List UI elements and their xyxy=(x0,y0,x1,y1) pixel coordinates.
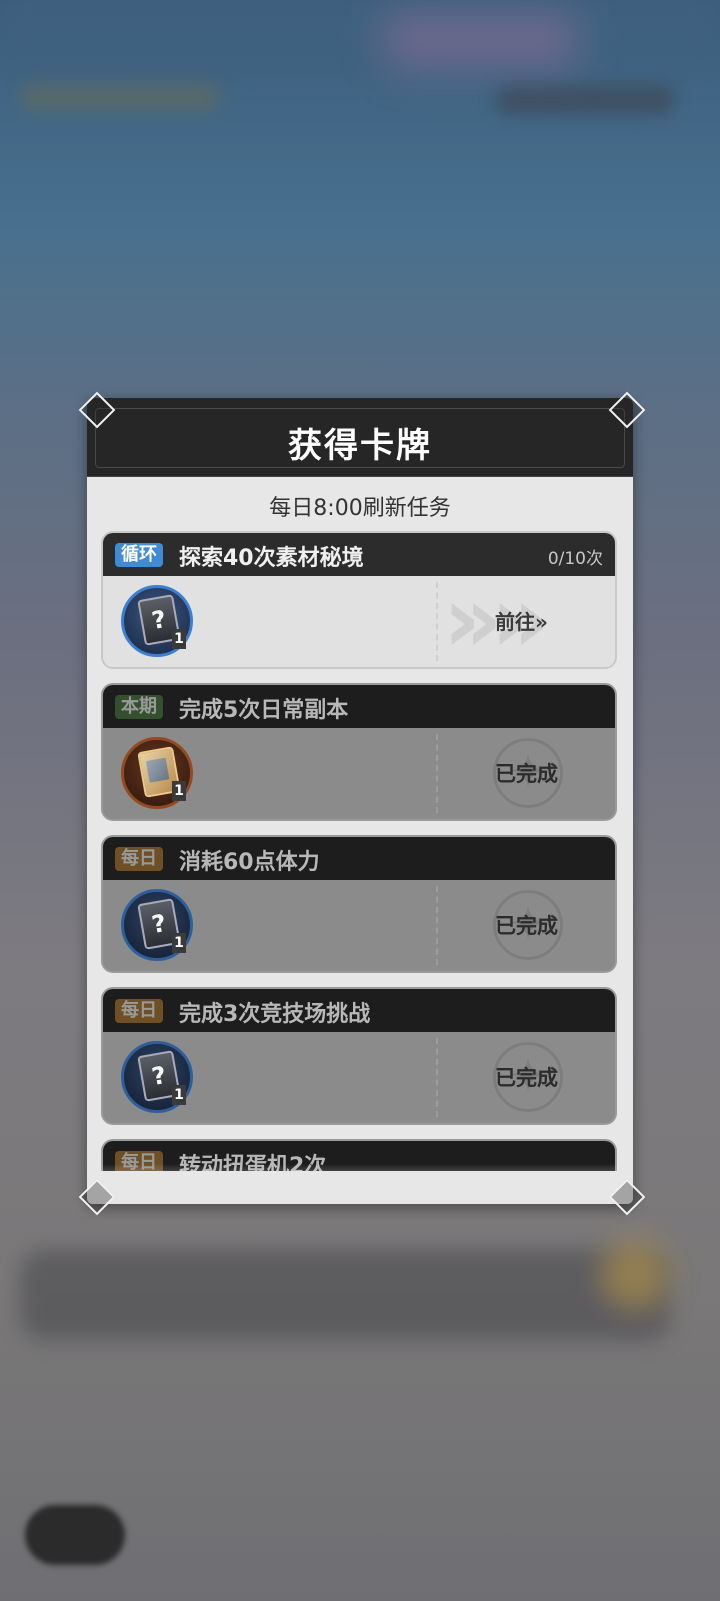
task-row: 每日 消耗60点体力 ? 1 ✦ 已完成 xyxy=(101,835,617,973)
completed-status: ✦ 已完成 xyxy=(473,732,613,816)
popup-title: 获得卡牌 xyxy=(288,426,432,466)
divider xyxy=(436,734,438,813)
task-body: ? 1 » » 前往» xyxy=(103,574,615,667)
task-progress: 0/10次 xyxy=(547,549,603,569)
task-header: 每日 消耗60点体力 xyxy=(103,837,615,880)
background-panel xyxy=(20,1250,670,1340)
go-button[interactable]: » » 前往» xyxy=(443,574,615,666)
reward-quantity: 1 xyxy=(172,629,186,649)
task-header: 本期 完成5次日常副本 xyxy=(103,685,615,728)
completed-label: 已完成 xyxy=(495,1066,558,1090)
completed-label: 已完成 xyxy=(495,914,558,938)
task-tag: 循环 xyxy=(115,543,163,567)
background-glow xyxy=(380,10,580,70)
task-row: 每日 完成3次竞技场挑战 ? 1 ✦ 已完成 xyxy=(101,987,617,1125)
reward-quantity: 1 xyxy=(172,933,186,953)
reward-quantity: 1 xyxy=(172,1085,186,1105)
task-title: 探索40次素材秘境 xyxy=(179,546,364,571)
background-gold-icon xyxy=(600,1240,670,1310)
task-list[interactable]: 循环 探索40次素材秘境 0/10次 ? 1 » » 前往» 本期 完成5次日常… xyxy=(101,531,619,1171)
task-row: 循环 探索40次素材秘境 0/10次 ? 1 » » 前往» xyxy=(101,531,617,669)
task-title: 完成5次日常副本 xyxy=(179,698,349,723)
background-pill-button xyxy=(25,1505,125,1565)
task-row: 本期 完成5次日常副本 1 ✦ 已完成 xyxy=(101,683,617,821)
task-tag: 本期 xyxy=(115,695,163,719)
task-body: ? 1 ✦ 已完成 xyxy=(103,880,615,971)
completed-status: ✦ 已完成 xyxy=(473,884,613,968)
list-fade xyxy=(87,1164,633,1204)
completed-status: ✦ 已完成 xyxy=(473,1036,613,1120)
reward-item[interactable]: ? 1 xyxy=(121,585,193,657)
reward-item[interactable]: ? 1 xyxy=(121,1041,193,1113)
background-header xyxy=(0,0,720,60)
go-button-label: 前往» xyxy=(495,610,548,634)
task-body: ? 1 ✦ 已完成 xyxy=(103,1032,615,1123)
divider xyxy=(436,582,438,661)
background-bar-left xyxy=(20,82,220,112)
reward-quantity: 1 xyxy=(172,781,186,801)
reward-item[interactable]: ? 1 xyxy=(121,889,193,961)
reward-item[interactable]: 1 xyxy=(121,737,193,809)
refresh-notice: 每日8:00刷新任务 xyxy=(269,496,451,521)
divider xyxy=(436,1038,438,1117)
task-header: 每日 完成3次竞技场挑战 xyxy=(103,989,615,1032)
get-card-popup: 获得卡牌 每日8:00刷新任务 循环 探索40次素材秘境 0/10次 ? 1 »… xyxy=(87,398,633,1204)
task-tag: 每日 xyxy=(115,999,163,1023)
task-tag: 每日 xyxy=(115,847,163,871)
task-title: 消耗60点体力 xyxy=(179,850,320,875)
completed-label: 已完成 xyxy=(495,762,558,786)
task-body: 1 ✦ 已完成 xyxy=(103,728,615,819)
background-bar-right xyxy=(495,85,675,115)
task-title: 完成3次竞技场挑战 xyxy=(179,1002,371,1027)
divider xyxy=(436,886,438,965)
popup-header: 获得卡牌 xyxy=(87,398,633,477)
